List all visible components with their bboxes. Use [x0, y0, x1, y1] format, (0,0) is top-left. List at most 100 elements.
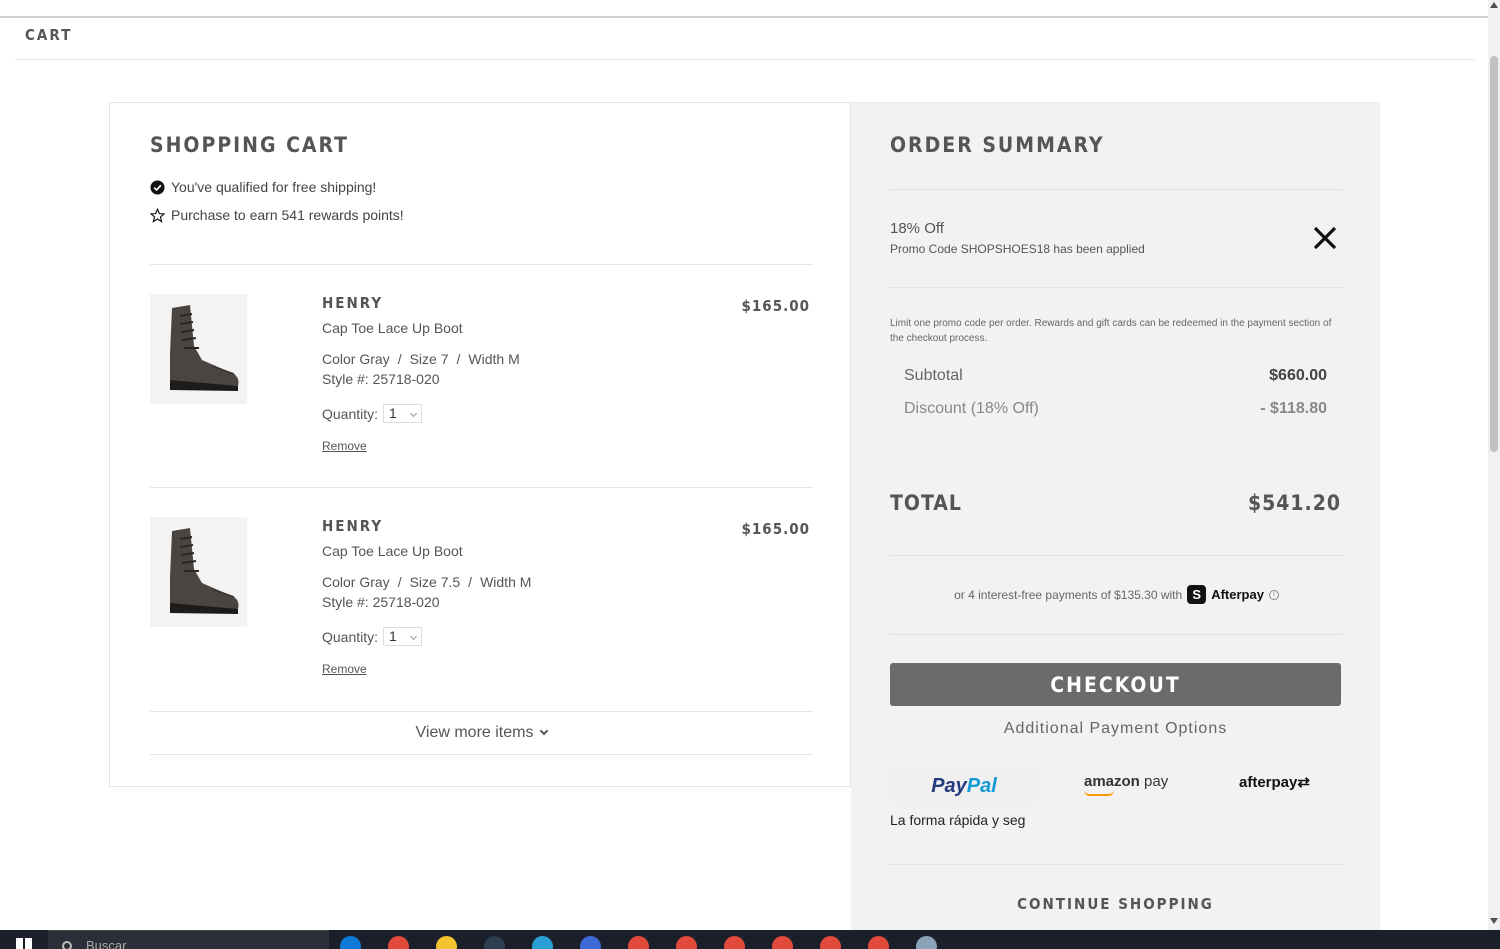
- taskbar-app-icon[interactable]: [532, 936, 553, 949]
- boot-image-icon: [170, 528, 239, 614]
- rewards-text: Purchase to earn 541 rewards points!: [171, 207, 404, 223]
- order-summary-panel: ORDER SUMMARY 18% Off Promo Code SHOPSHO…: [851, 102, 1380, 930]
- scroll-thumb[interactable]: [1490, 56, 1498, 452]
- continue-shopping-link[interactable]: CONTINUE SHOPPING: [890, 895, 1341, 913]
- view-more-items-button[interactable]: View more items: [150, 711, 813, 755]
- windows-start-icon[interactable]: [16, 938, 32, 949]
- promo-limit-note: Limit one promo code per order. Rewards …: [890, 318, 1332, 344]
- rewards-notice: Purchase to earn 541 rewards points!: [150, 207, 404, 223]
- quantity-label: Quantity:: [322, 628, 379, 645]
- paypal-logo-part-b: Pal: [966, 774, 997, 797]
- chevron-down-icon: [540, 726, 549, 736]
- product-color: Color Gray: [322, 574, 390, 590]
- afterpay-installment-text: or 4 interest-free payments of $135.30 w…: [954, 587, 1183, 602]
- taskbar-app-icon[interactable]: [868, 936, 889, 949]
- scroll-up-icon[interactable]: [1490, 2, 1498, 8]
- taskbar-app-icon[interactable]: [724, 936, 745, 949]
- subtotal-value: $660.00: [1269, 367, 1327, 384]
- summary-divider: [890, 555, 1343, 556]
- boot-image-icon: [170, 305, 239, 391]
- taskbar-app-icon[interactable]: [628, 936, 649, 949]
- browser-top-border: [0, 16, 1488, 18]
- paypal-logo-part-a: Pay: [931, 774, 967, 797]
- header-divider: [15, 59, 1475, 60]
- view-more-label: View more items: [415, 724, 534, 741]
- checkout-button[interactable]: CHECKOUT: [890, 663, 1341, 706]
- product-image[interactable]: [150, 517, 247, 627]
- os-taskbar: Buscar: [0, 930, 1500, 949]
- amazon-smile-icon: [1084, 790, 1114, 796]
- search-icon: [62, 941, 72, 949]
- taskbar-search-placeholder: Buscar: [86, 938, 127, 949]
- total-label: TOTAL: [890, 491, 962, 515]
- taskbar-app-icon[interactable]: [676, 936, 697, 949]
- paypal-button[interactable]: Pay Pal: [890, 765, 1038, 807]
- cart-item: HENRY $165.00 Cap Toe Lace Up Boot Color…: [150, 517, 813, 717]
- taskbar-app-icon[interactable]: [772, 936, 793, 949]
- quantity-row: Quantity: 1: [322, 627, 423, 646]
- product-width: Width M: [480, 574, 532, 590]
- additional-payment-heading: Additional Payment Options: [1003, 720, 1228, 737]
- summary-divider: [890, 864, 1343, 865]
- taskbar-app-icons: [340, 936, 937, 949]
- discount-row: Discount (18% Off) - $118.80: [904, 400, 1327, 418]
- summary-divider: [890, 634, 1343, 635]
- taskbar-app-icon[interactable]: [580, 936, 601, 949]
- free-shipping-text: You've qualified for free shipping!: [171, 179, 377, 195]
- promo-name: 18% Off: [890, 220, 944, 237]
- quantity-row: Quantity: 1: [322, 404, 423, 423]
- remove-item-link[interactable]: Remove: [322, 439, 367, 453]
- product-size: Size 7: [409, 351, 449, 367]
- star-icon: [150, 207, 165, 223]
- discount-value: - $118.80: [1260, 400, 1327, 417]
- product-width: Width M: [468, 351, 520, 367]
- remove-promo-close-icon[interactable]: [1312, 225, 1338, 251]
- quantity-value: 1: [389, 405, 397, 421]
- scroll-down-icon[interactable]: [1490, 918, 1498, 924]
- total-value: $541.20: [1247, 491, 1341, 515]
- product-style-number: Style #: 25718-020: [322, 371, 440, 387]
- chevron-down-icon: [409, 632, 418, 641]
- afterpay-arrows-icon: ⇄: [1297, 774, 1310, 791]
- amazon-pay-button[interactable]: amazon pay: [1084, 773, 1169, 796]
- taskbar-search[interactable]: Buscar: [48, 930, 329, 949]
- afterpay-wordmark: Afterpay: [1211, 587, 1264, 602]
- check-circle-icon: [150, 179, 165, 195]
- product-brand[interactable]: HENRY: [322, 294, 383, 312]
- product-style-number: Style #: 25718-020: [322, 594, 440, 610]
- taskbar-app-icon[interactable]: [916, 936, 937, 949]
- product-image[interactable]: [150, 294, 247, 404]
- quantity-label: Quantity:: [322, 405, 379, 422]
- quantity-select[interactable]: 1: [383, 627, 423, 646]
- afterpay-button[interactable]: afterpay⇄: [1239, 773, 1310, 791]
- taskbar-app-icon[interactable]: [340, 936, 361, 949]
- product-price: $165.00: [741, 297, 810, 315]
- quantity-value: 1: [389, 628, 397, 644]
- paypal-tagline: La forma rápida y seg: [890, 812, 1026, 828]
- product-attributes: Color Gray / Size 7/Width M: [322, 351, 520, 367]
- total-row: TOTAL $541.20: [890, 491, 1341, 515]
- cart-divider: [150, 264, 813, 265]
- afterpay-installments: or 4 interest-free payments of $135.30 w…: [890, 585, 1343, 604]
- free-shipping-notice: You've qualified for free shipping!: [150, 179, 376, 195]
- afterpay-button-label: afterpay: [1239, 774, 1298, 791]
- remove-item-link[interactable]: Remove: [322, 662, 367, 676]
- amazon-pay-logo-a: amazon: [1084, 773, 1140, 790]
- product-color: Color Gray: [322, 351, 390, 367]
- taskbar-app-icon[interactable]: [484, 936, 505, 949]
- discount-label: Discount (18% Off): [904, 400, 1039, 417]
- cart-item: HENRY $165.00 Cap Toe Lace Up Boot Color…: [150, 294, 813, 494]
- amazon-pay-logo-b: pay: [1139, 773, 1169, 790]
- page-scrollbar[interactable]: [1488, 0, 1500, 930]
- info-icon[interactable]: i: [1268, 589, 1279, 600]
- taskbar-app-icon[interactable]: [388, 936, 409, 949]
- product-name[interactable]: Cap Toe Lace Up Boot: [322, 543, 463, 559]
- quantity-select[interactable]: 1: [383, 404, 423, 423]
- taskbar-app-icon[interactable]: [820, 936, 841, 949]
- product-name[interactable]: Cap Toe Lace Up Boot: [322, 320, 463, 336]
- product-size: Size 7.5: [409, 574, 461, 590]
- breadcrumb: CART: [25, 26, 73, 44]
- cart-title: SHOPPING CART: [150, 133, 350, 157]
- taskbar-app-icon[interactable]: [436, 936, 457, 949]
- product-brand[interactable]: HENRY: [322, 517, 383, 535]
